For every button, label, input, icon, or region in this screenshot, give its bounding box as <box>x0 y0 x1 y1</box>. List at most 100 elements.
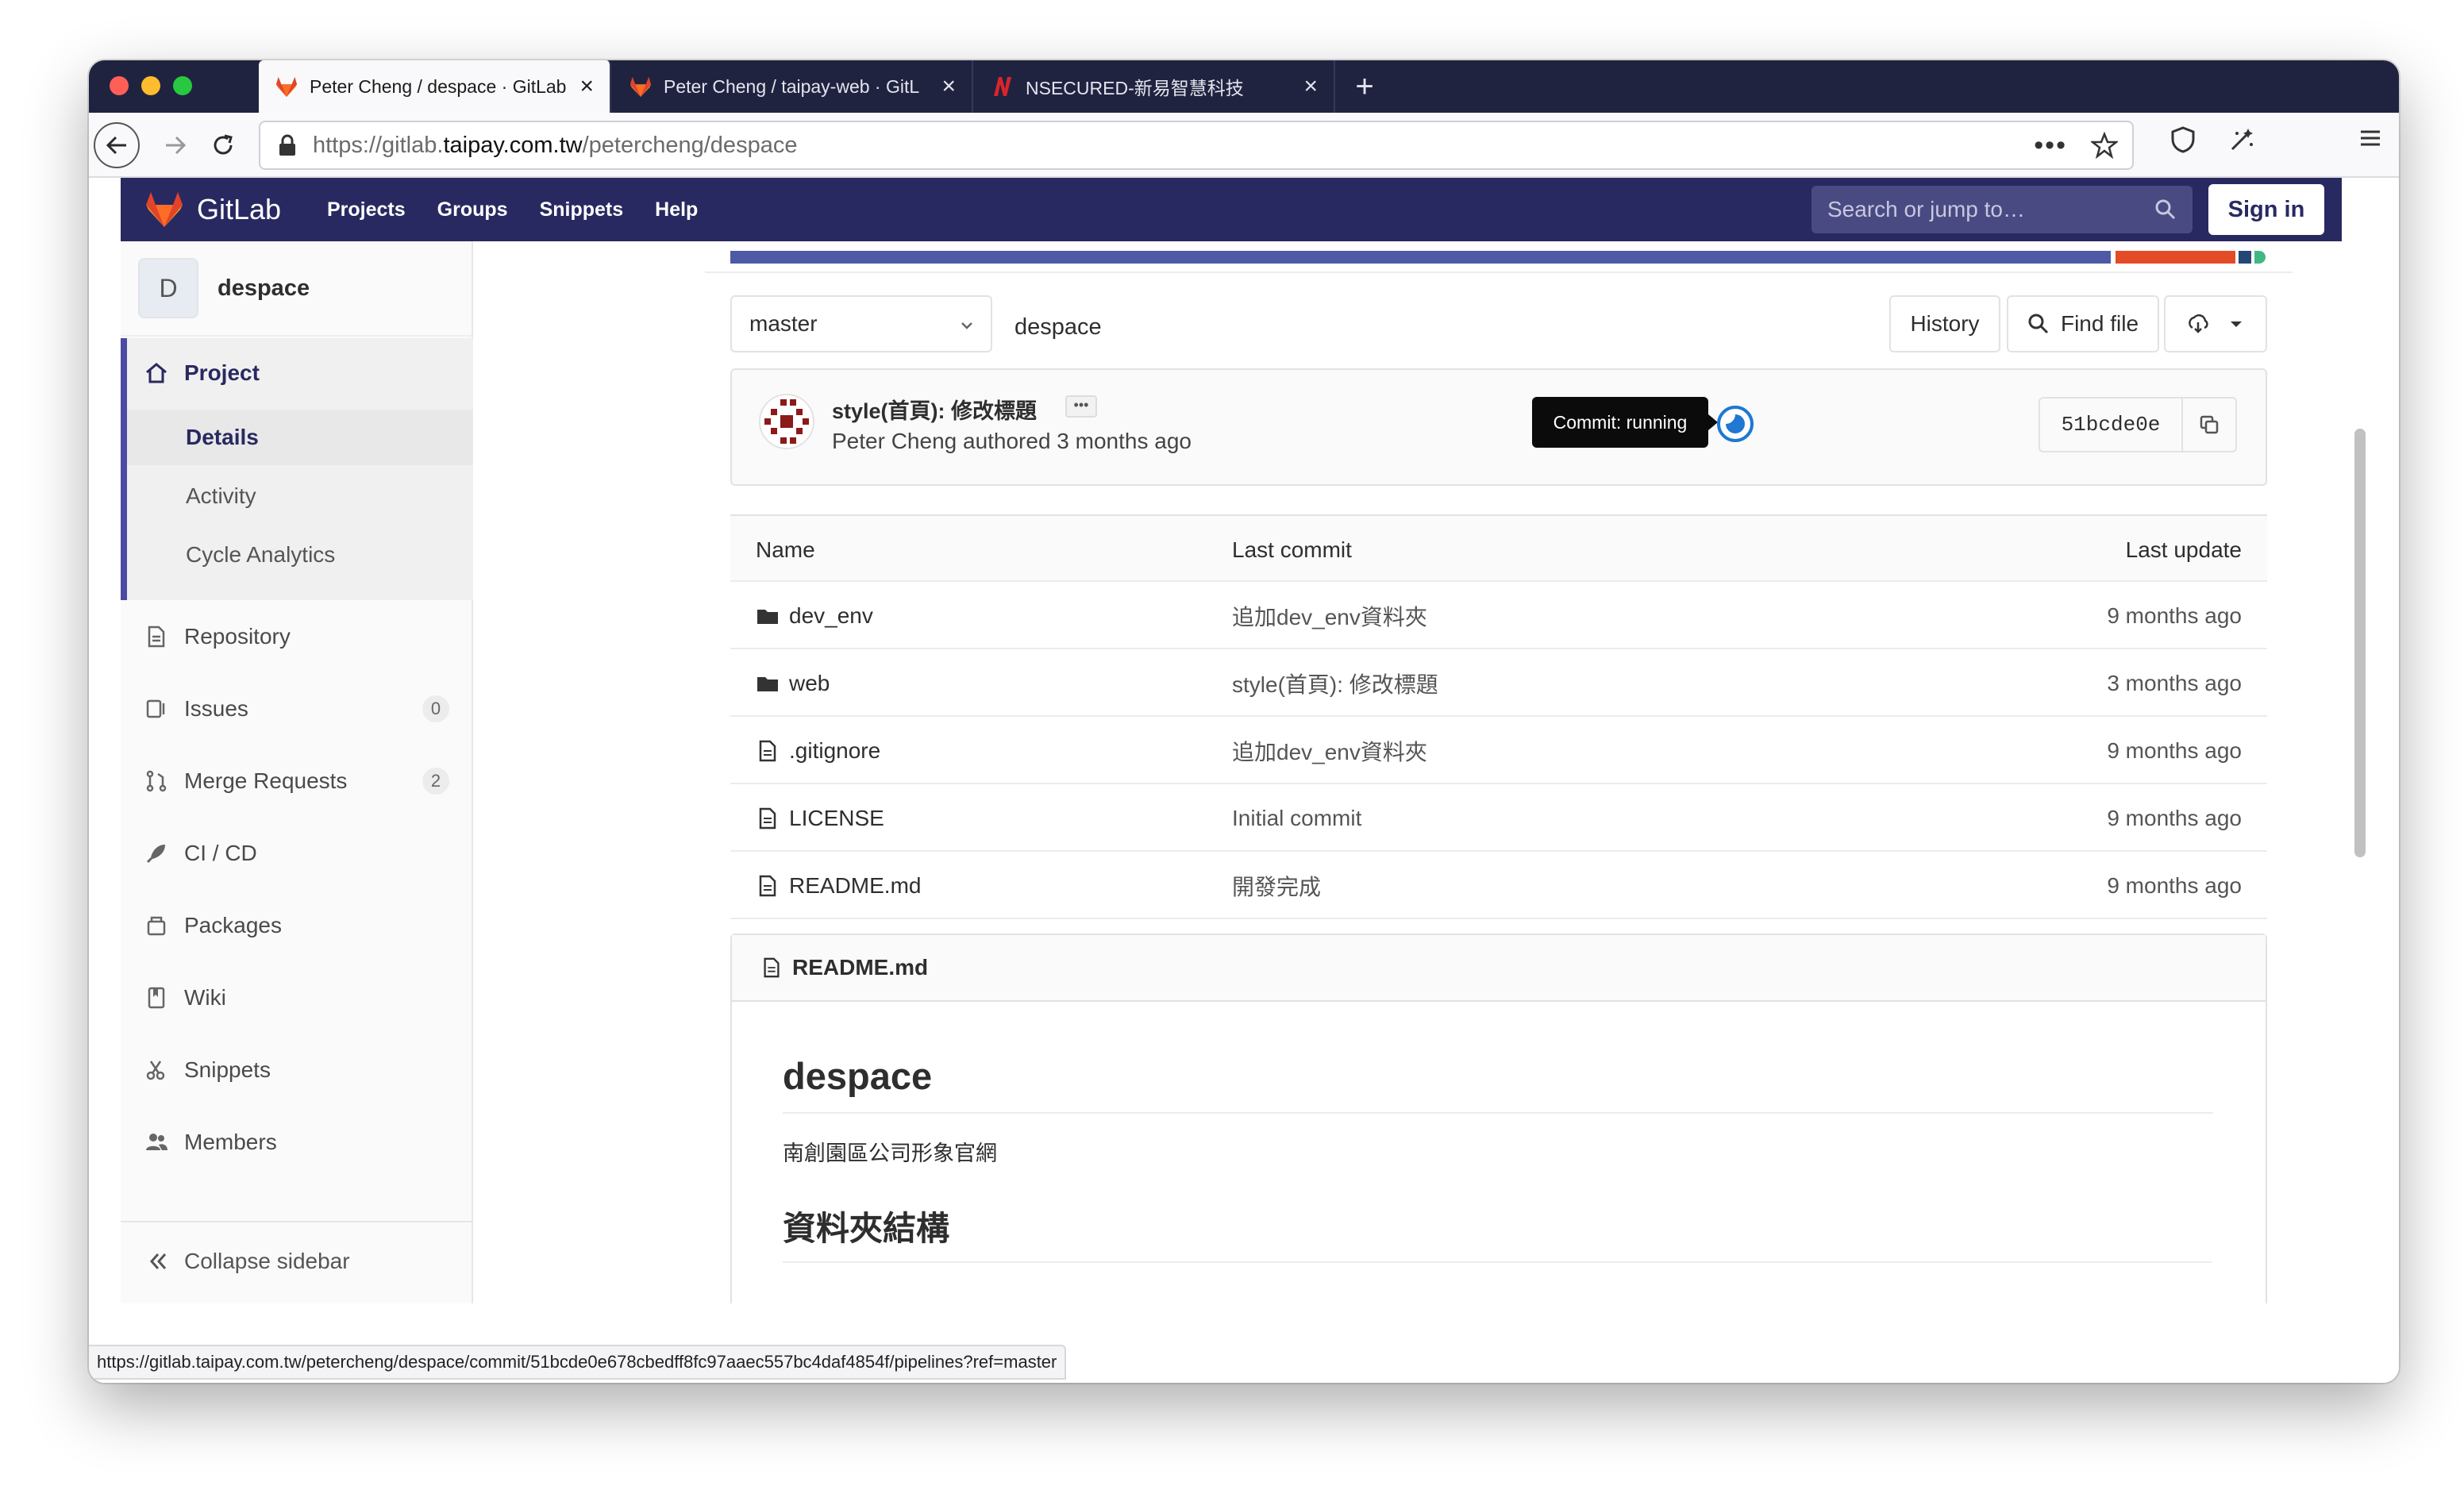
readme-filename[interactable]: README.md <box>792 955 928 980</box>
reload-button[interactable] <box>200 122 246 168</box>
caret-down-icon <box>2231 321 2242 327</box>
sidebar-subitem-cycle-analytics[interactable]: Cycle Analytics <box>127 527 473 583</box>
browser-tab-nsecured[interactable]: NSECURED-新易智慧科技 × <box>975 60 1335 113</box>
file-icon <box>759 740 776 761</box>
address-bar[interactable]: https://gitlab.taipay.com.tw/petercheng/… <box>259 121 2134 170</box>
nav-help[interactable]: Help <box>655 198 698 221</box>
file-name: README.md <box>789 872 922 898</box>
commit-title-link[interactable]: style(首頁): 修改標題 <box>832 394 1037 425</box>
hamburger-menu-icon <box>2361 130 2380 146</box>
repository-language-bar <box>730 251 2266 264</box>
pipeline-running-icon[interactable] <box>1716 405 1754 443</box>
commit-message-link[interactable]: 開發完成 <box>1232 852 1321 919</box>
file-name-cell[interactable]: web <box>756 649 830 717</box>
table-row[interactable]: web style(首頁): 修改標題 3 months ago <box>730 649 2267 717</box>
page-scrollbar[interactable] <box>2350 241 2366 1303</box>
search-placeholder: Search or jump to… <box>1827 197 2025 221</box>
browser-tab-despace[interactable]: Peter Cheng / despace · GitLab × <box>259 60 611 113</box>
cloud-download-icon <box>2189 314 2208 333</box>
commit-message-link[interactable]: style(首頁): 修改標題 <box>1232 649 1438 717</box>
commit-sha-group: 51bcde0e <box>2039 397 2237 452</box>
status-bar-link-preview: https://gitlab.taipay.com.tw/petercheng/… <box>89 1345 1067 1380</box>
more-actions-icon[interactable]: ••• <box>2034 132 2067 159</box>
file-name-cell[interactable]: dev_env <box>756 582 873 649</box>
shield-button[interactable] <box>2169 125 2197 154</box>
sidebar-item-project[interactable]: Project <box>121 341 473 405</box>
repo-path-breadcrumb[interactable]: despace <box>1014 314 1102 341</box>
file-icon <box>759 875 776 896</box>
double-chevron-left-icon <box>149 1253 167 1269</box>
readme-panel: README.md despace 南創園區公司形象官網 資料夾結構 <box>730 934 2267 1303</box>
forward-button[interactable] <box>152 122 198 168</box>
browser-window: Peter Cheng / despace · GitLab × Peter C… <box>89 60 2399 1383</box>
gitlab-logo[interactable]: GitLab <box>144 191 281 229</box>
minimize-window-button[interactable] <box>141 76 160 95</box>
sidebar-item-snippets[interactable]: Snippets <box>121 1038 473 1102</box>
sidebar-item-label: CI / CD <box>184 841 257 865</box>
file-name-cell[interactable]: LICENSE <box>756 784 884 852</box>
sidebar-item-members[interactable]: Members <box>121 1111 473 1174</box>
file-name-cell[interactable]: README.md <box>756 852 921 919</box>
zoom-window-button[interactable] <box>173 76 192 95</box>
sidebar-item-issues[interactable]: Issues 0 <box>121 677 473 741</box>
chevron-down-icon <box>961 322 972 329</box>
table-row[interactable]: .gitignore 追加dev_env資料夾 9 months ago <box>730 717 2267 784</box>
gitlab-tanuki-icon <box>146 192 183 227</box>
author-avatar[interactable] <box>759 394 814 449</box>
scrollbar-thumb[interactable] <box>2354 429 2366 857</box>
nav-snippets[interactable]: Snippets <box>540 198 624 221</box>
branch-select[interactable]: master <box>730 295 992 352</box>
new-tab-button[interactable]: + <box>1345 67 1384 106</box>
find-file-label: Find file <box>2060 311 2139 336</box>
top-nav: Projects Groups Snippets Help <box>327 198 698 221</box>
table-row[interactable]: LICENSE Initial commit 9 months ago <box>730 784 2267 852</box>
sidebar-item-label: Snippets <box>184 1057 271 1082</box>
toggle-commit-description-button[interactable]: ••• <box>1065 395 1097 418</box>
table-row[interactable]: README.md 開發完成 9 months ago <box>730 852 2267 919</box>
file-name-cell[interactable]: .gitignore <box>756 717 880 784</box>
file-name: .gitignore <box>789 737 881 763</box>
commit-message-link[interactable]: 追加dev_env資料夾 <box>1232 582 1427 649</box>
nav-groups[interactable]: Groups <box>437 198 508 221</box>
extension-button[interactable] <box>2227 125 2256 154</box>
sidebar-subitem-details[interactable]: Details <box>127 410 473 465</box>
reload-icon <box>214 134 233 155</box>
nav-projects[interactable]: Projects <box>327 198 406 221</box>
commit-message-link[interactable]: Initial commit <box>1232 784 1361 852</box>
table-row[interactable]: dev_env 追加dev_env資料夾 9 months ago <box>730 582 2267 649</box>
sidebar-item-merge-requests[interactable]: Merge Requests 2 <box>121 749 473 813</box>
commit-message-link[interactable]: 追加dev_env資料夾 <box>1232 717 1427 784</box>
users-icon <box>146 1134 167 1150</box>
pipeline-status-tooltip: Commit: running <box>1532 397 1718 448</box>
commit-sha[interactable]: 51bcde0e <box>2040 398 2183 451</box>
tab-close-icon[interactable]: × <box>579 75 594 98</box>
search-input[interactable]: Search or jump to… <box>1811 186 2193 233</box>
sidebar-item-packages[interactable]: Packages <box>121 894 473 957</box>
sidebar-item-ci-cd[interactable]: CI / CD <box>121 822 473 885</box>
tab-strip: Peter Cheng / despace · GitLab × Peter C… <box>89 60 2399 113</box>
history-button[interactable]: History <box>1889 295 2000 352</box>
back-button[interactable] <box>94 122 140 168</box>
sidebar-item-label: Repository <box>184 624 291 649</box>
tab-close-icon[interactable]: × <box>1303 75 1318 98</box>
find-file-button[interactable]: Find file <box>2007 295 2159 352</box>
tab-label: Peter Cheng / taipay-web · GitL <box>664 75 920 97</box>
doc-icon <box>148 626 165 648</box>
close-window-button[interactable] <box>110 76 129 95</box>
app-menu-button[interactable] <box>2358 125 2383 151</box>
browser-tab-taipay-web[interactable]: Peter Cheng / taipay-web · GitL × <box>613 60 973 113</box>
bookmark-star-icon[interactable] <box>2091 132 2118 159</box>
sidebar-item-wiki[interactable]: Wiki <box>121 966 473 1030</box>
download-button[interactable] <box>2164 295 2267 352</box>
last-update-time: 9 months ago <box>2107 872 2242 898</box>
sidebar-item-repository[interactable]: Repository <box>121 605 473 668</box>
collapse-sidebar-button[interactable]: Collapse sidebar <box>121 1221 473 1300</box>
sign-in-button[interactable]: Sign in <box>2208 184 2324 235</box>
sidebar-subitem-activity[interactable]: Activity <box>127 468 473 524</box>
sidebar-project-header[interactable]: D despace <box>121 241 473 337</box>
copy-sha-button[interactable] <box>2183 398 2235 451</box>
shield-icon <box>2171 126 2195 153</box>
last-update-time: 9 months ago <box>2107 602 2242 628</box>
tab-close-icon[interactable]: × <box>941 75 956 98</box>
merge-request-icon <box>146 770 167 792</box>
